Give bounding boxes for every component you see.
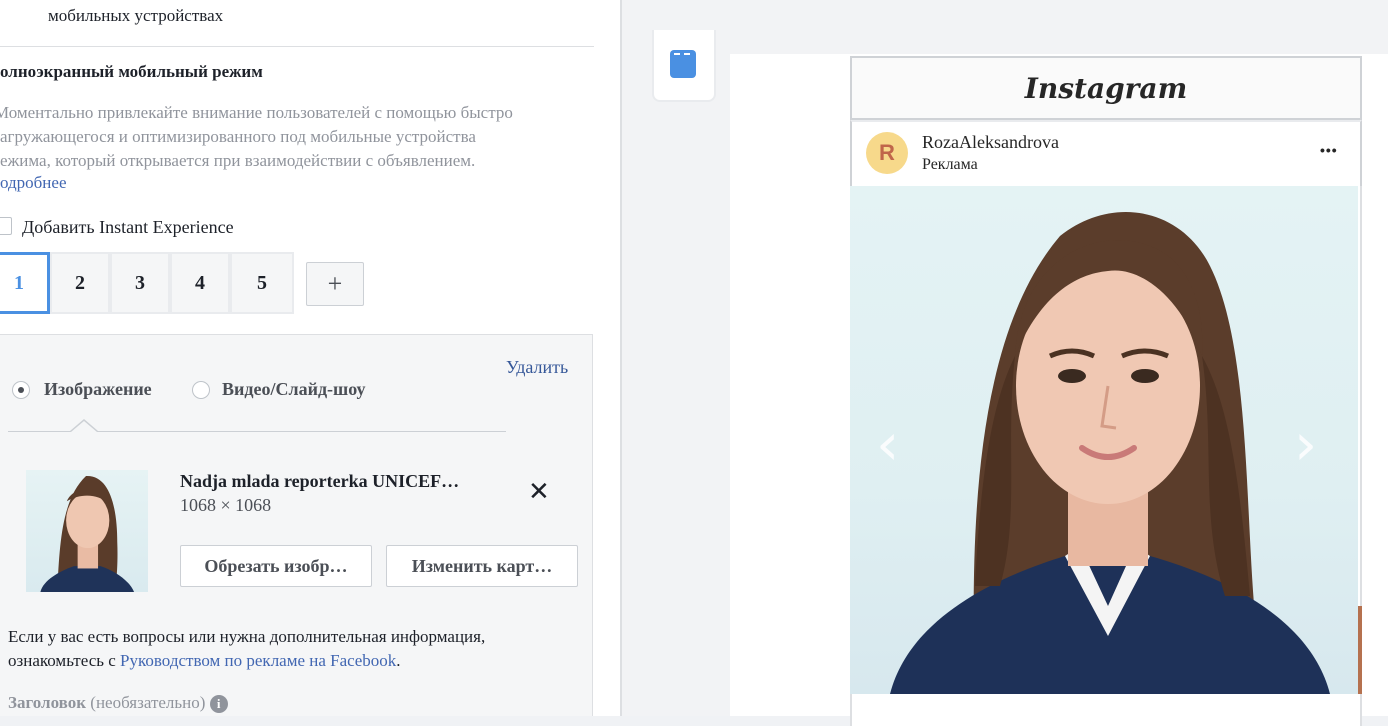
media-image-radio[interactable] xyxy=(12,381,30,399)
instant-experience-label: Добавить Instant Experience xyxy=(22,217,234,237)
desc-line: агружающегося и оптимизированного под мо… xyxy=(0,127,476,146)
media-video-radio[interactable] xyxy=(192,381,210,399)
selected-caret-fill xyxy=(71,421,97,432)
image-thumbnail xyxy=(26,470,148,592)
file-dimensions: 1068 × 1068 xyxy=(180,495,272,515)
desc-line: ежима, который открывается при взаимодей… xyxy=(0,151,476,170)
instagram-header: Instagram xyxy=(850,56,1362,120)
headline-label: Заголовок xyxy=(8,693,87,712)
preview-toolbar xyxy=(622,0,1388,54)
ad-editor-panel: мобильных устройствах олноэкранный мобил… xyxy=(0,0,620,716)
media-image-label[interactable]: Изображение xyxy=(44,379,152,400)
account-name[interactable]: RozaAleksandrova xyxy=(922,132,1059,153)
headline-optional: (необязательно) xyxy=(90,693,206,712)
sponsored-label: Реклама xyxy=(922,156,978,173)
mobile-placement-icon xyxy=(670,50,696,78)
next-card-edge xyxy=(1358,606,1362,694)
headline-label-row: Заголовок (необязательно) i xyxy=(8,693,228,714)
help-line-1: Если у вас есть вопросы или нужна дополн… xyxy=(8,627,486,646)
info-icon[interactable]: i xyxy=(209,695,228,714)
remove-image-icon[interactable]: ✕ xyxy=(528,477,550,507)
instant-experience-checkbox[interactable] xyxy=(0,217,12,235)
more-options-icon[interactable]: ••• xyxy=(1320,142,1338,158)
card-settings: Удалить Изображение Видео/Слайд-шоу Nadj… xyxy=(0,334,593,716)
fullscreen-title: олноэкранный мобильный режим xyxy=(0,62,263,81)
card-tab-3[interactable]: 3 xyxy=(110,252,170,314)
thumbnail-portrait xyxy=(40,475,135,592)
help-text: Если у вас есть вопросы или нужна дополн… xyxy=(8,625,588,673)
help-line-2: ознакомьтесь с Руководством по рекламе н… xyxy=(8,649,588,673)
help-text-prefix: ознакомьтесь с xyxy=(8,651,121,670)
carousel-next-icon[interactable]: › xyxy=(1294,410,1317,478)
card-tab-4[interactable]: 4 xyxy=(170,252,230,314)
card-tab-1[interactable]: 1 xyxy=(0,252,50,314)
top-partial-text: мобильных устройствах xyxy=(48,6,224,25)
placement-selector-button[interactable] xyxy=(652,30,716,102)
ads-guide-link[interactable]: Руководством по рекламе на Facebook xyxy=(120,651,396,670)
delete-card-link[interactable]: Удалить xyxy=(506,357,568,378)
help-text-end: . xyxy=(396,651,401,670)
instagram-logo: Instagram xyxy=(1024,72,1188,105)
crop-image-button[interactable]: Обрезать изобр… xyxy=(180,545,372,587)
media-video-label[interactable]: Видео/Слайд-шоу xyxy=(222,379,366,400)
card-tab-5[interactable]: 5 xyxy=(230,252,294,314)
fullscreen-description: Моментально привлекайте внимание пользов… xyxy=(0,101,600,173)
post-image: ‹ › xyxy=(850,186,1358,694)
portrait-illustration xyxy=(890,212,1330,694)
section-divider xyxy=(0,46,594,47)
carousel-prev-icon[interactable]: ‹ xyxy=(876,410,899,478)
desc-line: Моментально привлекайте внимание пользов… xyxy=(0,103,513,122)
add-card-button[interactable]: + xyxy=(306,262,364,306)
change-image-button[interactable]: Изменить карт… xyxy=(386,545,578,587)
post-header: R RozaAleksandrova Реклама ••• xyxy=(850,120,1362,186)
file-name: Nadja mlada reporterka UNICEF… xyxy=(180,471,460,491)
card-tab-2[interactable]: 2 xyxy=(50,252,110,314)
learn-more-link[interactable]: одробнее xyxy=(0,173,67,193)
account-avatar: R xyxy=(866,132,908,174)
